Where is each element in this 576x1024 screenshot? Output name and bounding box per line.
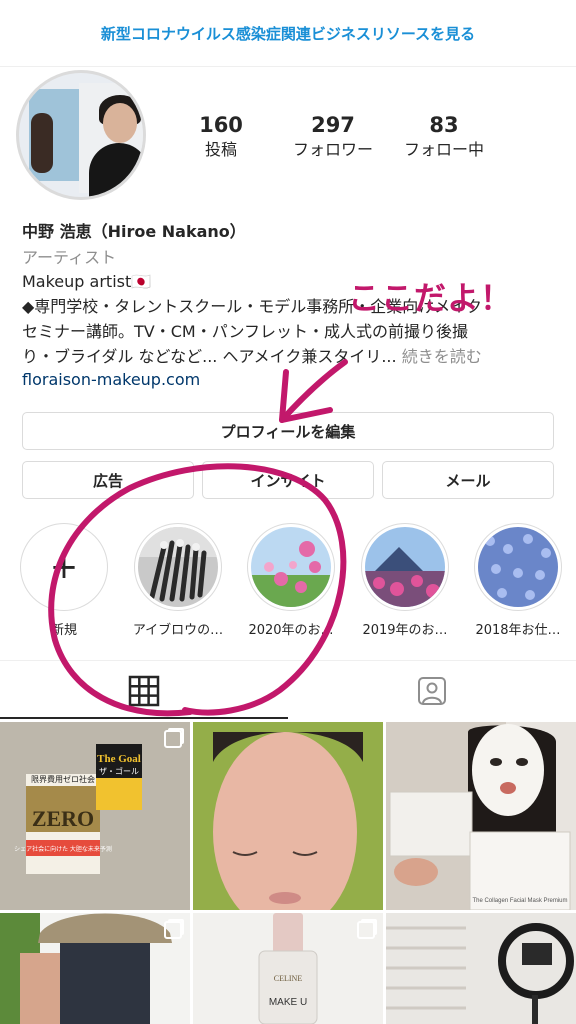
profile-avatar[interactable] xyxy=(16,70,146,200)
book-zero-title: ZERO xyxy=(32,806,94,831)
following-label: フォロー中 xyxy=(403,140,484,159)
following-count: 83 xyxy=(429,113,459,137)
followers-count: 297 xyxy=(311,113,355,137)
book-zero-topline: 限界費用ゼロ社会 xyxy=(31,774,95,784)
followers-label: フォロワー xyxy=(292,140,373,159)
bottle-brand: CELINE xyxy=(274,974,303,983)
tab-posts-grid[interactable] xyxy=(0,661,288,721)
highlight-eyebrow[interactable]: アイブロウの… xyxy=(132,523,224,638)
highlight-2020[interactable]: 2020年のお… xyxy=(245,523,337,638)
read-more-link[interactable]: 続きを読む xyxy=(402,347,482,366)
ads-button[interactable]: 広告 xyxy=(22,461,194,499)
annotation-text: ここだよ！ xyxy=(348,279,514,317)
banner-text: 新型コロナウイルス感染症関連ビジネスリソースを見る xyxy=(100,24,476,43)
highlight-label: 2018年お仕… xyxy=(475,623,561,638)
mail-label: メール xyxy=(445,471,491,490)
highlight-2018[interactable]: 2018年お仕… xyxy=(472,523,564,638)
post-hat[interactable] xyxy=(0,913,190,1024)
stat-followers[interactable]: 297 フォロワー xyxy=(278,112,388,162)
post-face-mask[interactable]: The Collagen Facial Mask Premium xyxy=(386,722,576,910)
highlight-label: 2020年のお… xyxy=(248,623,334,638)
posts-label: 投稿 xyxy=(204,140,237,159)
bottle-label: MAKE U xyxy=(269,997,307,1008)
multiple-photos-icon xyxy=(357,921,375,939)
bio-line-text: り・ブライダル などなど... ヘアメイク兼スタイリ... xyxy=(22,347,397,366)
stat-posts[interactable]: 160 投稿 xyxy=(166,112,276,162)
bio-line: り・ブライダル などなど... ヘアメイク兼スタイリ... 続きを読む xyxy=(22,344,562,369)
covid-resources-banner[interactable]: 新型コロナウイルス感染症関連ビジネスリソースを見る xyxy=(0,0,576,67)
avatar-person-left xyxy=(31,113,53,173)
tagged-person-icon xyxy=(418,677,446,705)
highlight-label: 2019年のお… xyxy=(362,623,448,638)
bio-line: セミナー講師。TV・CM・パンフレット・成人式の前撮り後撮 xyxy=(22,322,469,341)
tab-tagged[interactable] xyxy=(288,661,576,721)
mail-button[interactable]: メール xyxy=(382,461,554,499)
highlight-2019[interactable]: 2019年のお… xyxy=(359,523,451,638)
grid-icon xyxy=(128,675,160,707)
stat-following[interactable]: 83 フォロー中 xyxy=(389,112,499,162)
posts-grid: 限界費用ゼロ社会 ZERO シェア社会に向けた 大胆な未来予測 The Goal… xyxy=(0,722,576,1024)
multiple-photos-icon xyxy=(164,730,182,748)
profile-category: アーティスト xyxy=(22,248,117,267)
highlight-new[interactable]: + 新規 xyxy=(18,523,110,638)
edit-profile-button[interactable]: プロフィールを編集 xyxy=(22,412,554,450)
highlight-label: アイブロウの… xyxy=(132,623,224,638)
book-zero-band: シェア社会に向けた 大胆な未来予測 xyxy=(14,845,112,853)
brushes-thumbnail xyxy=(138,527,218,607)
edit-profile-label: プロフィールを編集 xyxy=(220,422,356,441)
blue-flowers-thumbnail xyxy=(478,527,558,607)
profile-name: 中野 浩恵（Hiroe Nakano） xyxy=(22,222,246,241)
cosmos-flowers-thumbnail xyxy=(251,527,331,607)
mask-product-text: The Collagen Facial Mask Premium xyxy=(472,898,567,904)
posts-count: 160 xyxy=(199,113,243,137)
plus-icon: + xyxy=(49,547,79,587)
mountain-flowers-thumbnail xyxy=(365,527,445,607)
profile-tabs xyxy=(0,660,576,721)
ads-label: 広告 xyxy=(92,471,123,490)
website-link[interactable]: floraison-makeup.com xyxy=(22,370,200,389)
post-books[interactable]: 限界費用ゼロ社会 ZERO シェア社会に向けた 大胆な未来予測 The Goal… xyxy=(0,722,190,910)
highlight-label: 新規 xyxy=(50,623,77,638)
post-bottle[interactable]: CELINE MAKE U xyxy=(193,913,383,1024)
book-goal-subtitle: ザ・ゴール xyxy=(99,766,139,776)
book-goal-title: The Goal xyxy=(97,753,141,765)
post-face-closeup[interactable] xyxy=(193,722,383,910)
insights-button[interactable]: インサイト xyxy=(202,461,374,499)
multiple-photos-icon xyxy=(164,921,182,939)
active-tab-indicator xyxy=(0,717,288,719)
avatar-person-head xyxy=(103,103,137,143)
avatar-person-body xyxy=(89,143,143,197)
post-ring-light[interactable] xyxy=(386,913,576,1024)
insights-label: インサイト xyxy=(250,471,326,490)
